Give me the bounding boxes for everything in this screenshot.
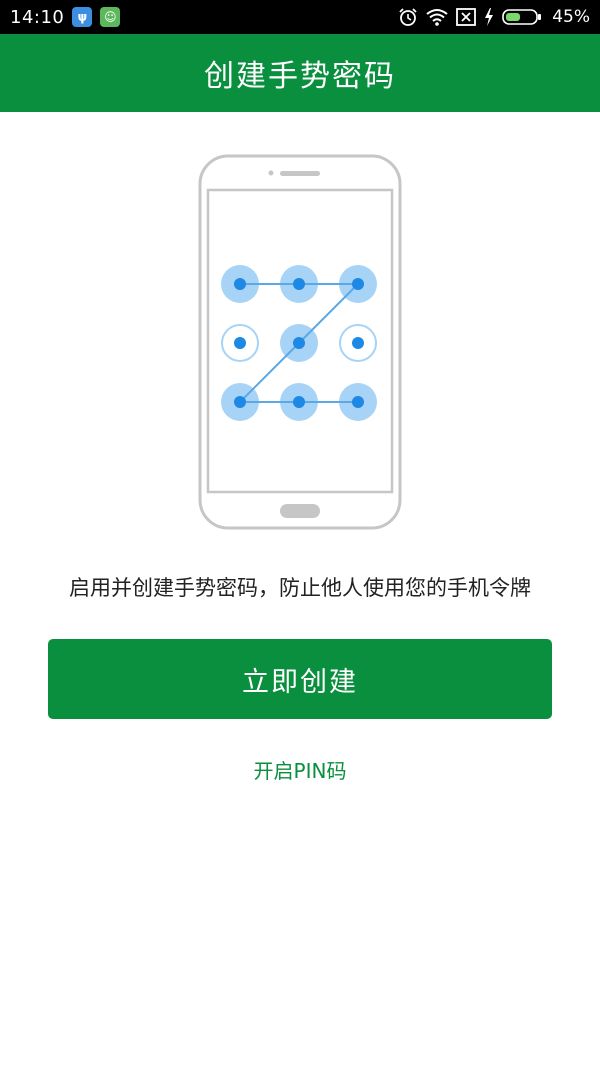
alarm-icon bbox=[398, 7, 418, 27]
usb-icon: ψ bbox=[72, 7, 93, 27]
phone-pattern-lock-icon bbox=[198, 154, 402, 532]
charging-icon bbox=[484, 8, 494, 26]
status-bar: 14:10 ψ ☺ 45% bbox=[0, 0, 600, 34]
description-text: 启用并创建手势密码，防止他人使用您的手机令牌 bbox=[69, 576, 531, 600]
status-bar-right: 45% bbox=[398, 7, 590, 27]
wifi-icon bbox=[426, 8, 448, 26]
status-bar-left: 14:10 ψ ☺ bbox=[10, 6, 121, 28]
create-now-button[interactable]: 立即创建 bbox=[48, 639, 552, 719]
no-sim-icon bbox=[456, 8, 477, 26]
battery-icon bbox=[502, 8, 542, 26]
page-title: 创建手势密码 bbox=[204, 59, 396, 94]
android-icon: ☺ bbox=[100, 7, 121, 27]
enable-pin-link[interactable]: 开启PIN码 bbox=[0, 755, 600, 784]
battery-percent: 45% bbox=[552, 7, 590, 27]
app-bar: 创建手势密码 bbox=[0, 34, 600, 112]
status-time: 14:10 bbox=[10, 6, 65, 28]
